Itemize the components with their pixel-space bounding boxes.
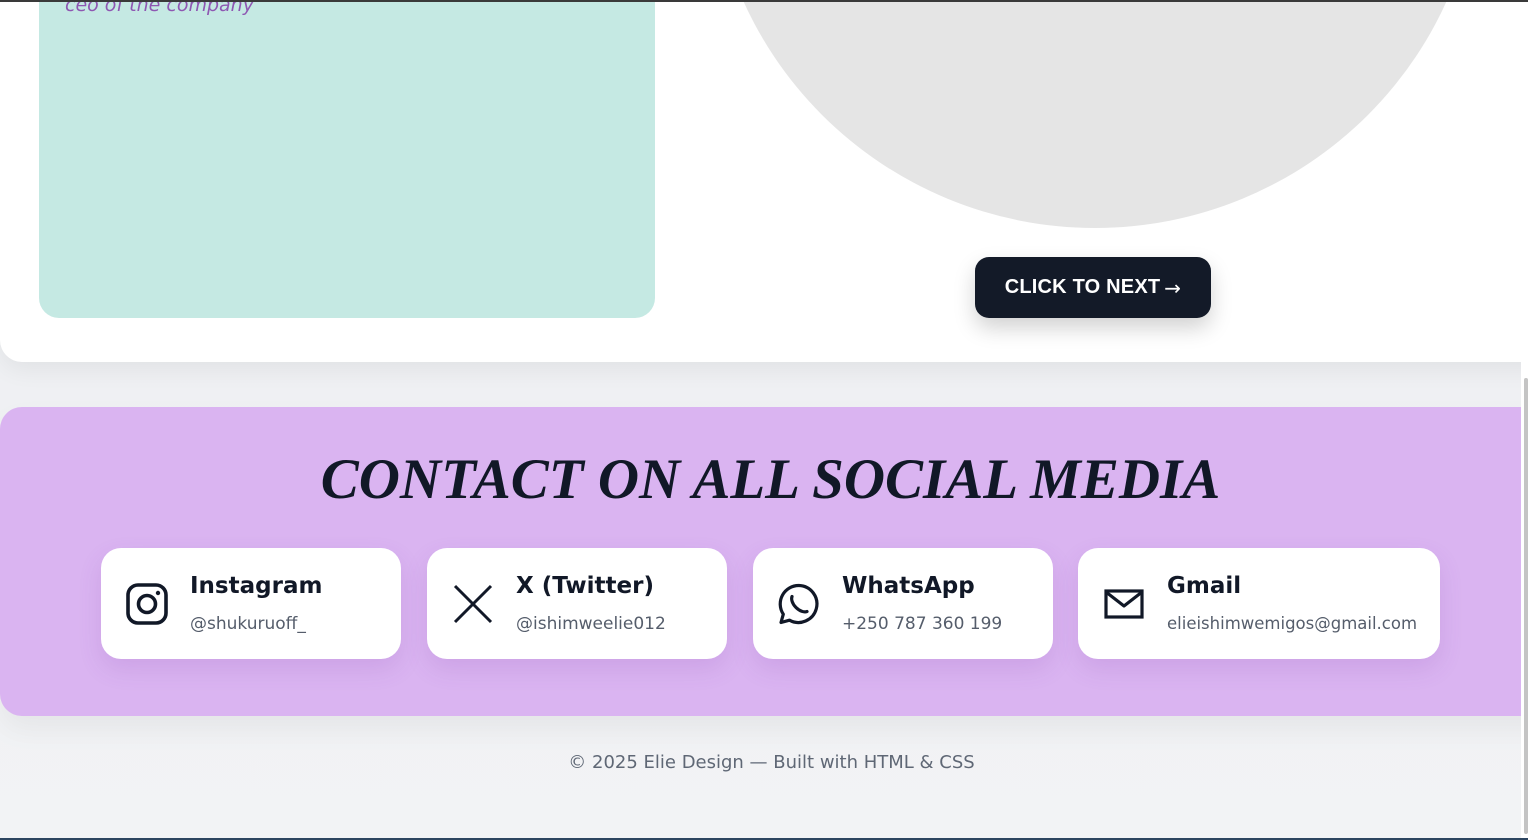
scrollbar-thumb[interactable] (1524, 378, 1528, 834)
gmail-card[interactable]: Gmail elieishimwemigos@gmail.com (1078, 548, 1440, 659)
arrow-right-icon: → (1164, 275, 1182, 300)
page-viewport: ceo of the company CLICK TO NEXT → CONTA… (0, 0, 1521, 840)
mail-icon (1102, 582, 1146, 626)
social-name: X (Twitter) (516, 573, 654, 599)
social-name: WhatsApp (842, 573, 975, 599)
footer-text: © 2025 Elie Design — Built with HTML & C… (568, 752, 975, 773)
x-icon (451, 582, 495, 626)
instagram-card[interactable]: Instagram @shukuruoff_ (101, 548, 401, 659)
social-name: Instagram (190, 573, 323, 599)
x-twitter-card[interactable]: X (Twitter) @ishimweelie012 (427, 548, 727, 659)
whatsapp-card[interactable]: WhatsApp +250 787 360 199 (753, 548, 1053, 659)
click-to-next-button[interactable]: CLICK TO NEXT → (975, 257, 1211, 318)
ceo-caption: ceo of the company (65, 0, 254, 16)
instagram-icon (125, 582, 169, 626)
social-handle: +250 787 360 199 (842, 614, 1003, 634)
vertical-scrollbar[interactable] (1521, 0, 1528, 840)
social-name: Gmail (1167, 573, 1242, 599)
next-button-label: CLICK TO NEXT (1004, 276, 1161, 298)
social-handle: @ishimweelie012 (516, 614, 666, 634)
contact-title: CONTACT ON ALL SOCIAL MEDIA (320, 448, 1221, 511)
social-handle: elieishimwemigos@gmail.com (1167, 614, 1418, 633)
profile-panel (39, 0, 655, 318)
whatsapp-icon (777, 582, 821, 626)
social-handle: @shukuruoff_ (190, 614, 306, 634)
